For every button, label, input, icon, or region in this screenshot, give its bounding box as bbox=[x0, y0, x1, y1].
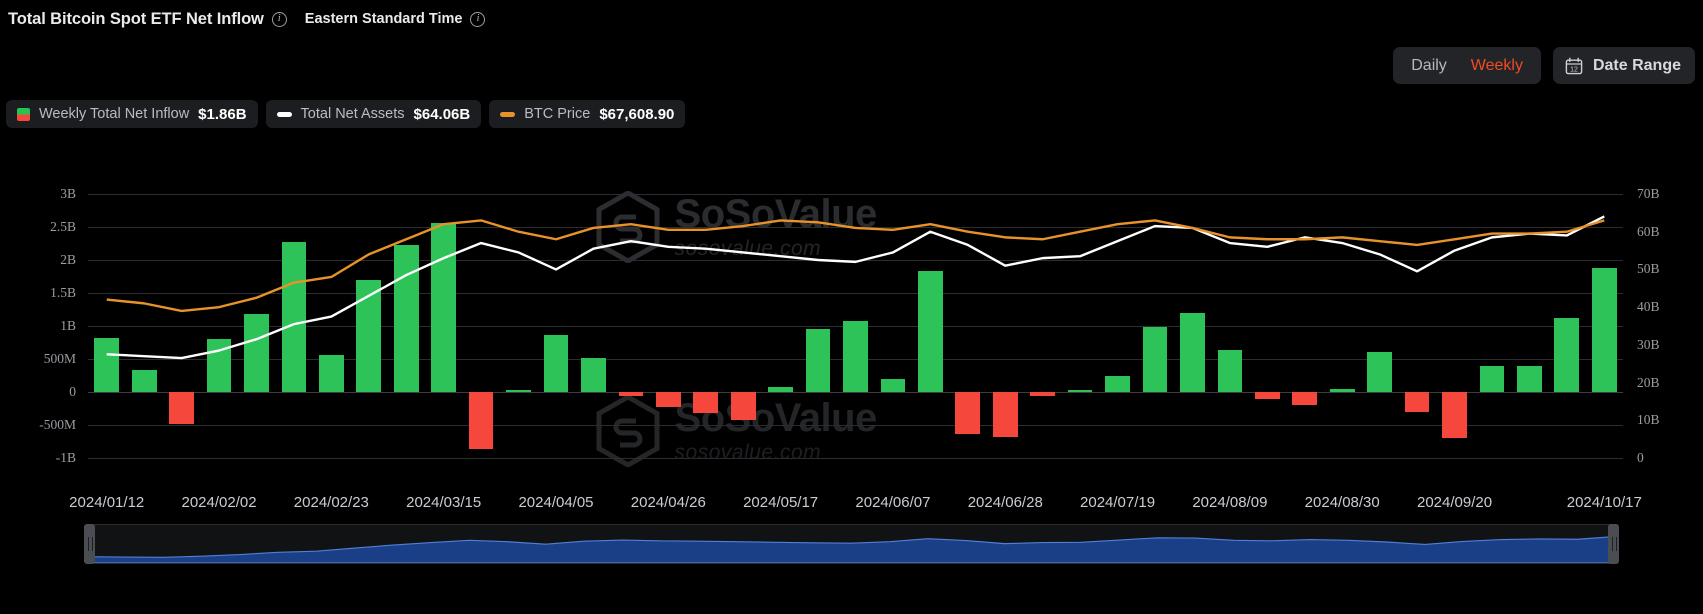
x-axis-tick: 2024/04/26 bbox=[630, 494, 706, 511]
chart-header: Total Bitcoin Spot ETF Net Inflow i East… bbox=[0, 0, 1703, 38]
x-axis-tick: 2024/06/07 bbox=[855, 494, 931, 511]
range-slider-right-handle[interactable] bbox=[1608, 524, 1619, 564]
timezone-info-icon[interactable]: i bbox=[470, 11, 486, 27]
period-daily-button[interactable]: Daily bbox=[1399, 51, 1459, 80]
legend-item-net-inflow[interactable]: Weekly Total Net Inflow $1.86B bbox=[6, 100, 258, 128]
range-slider-preview bbox=[87, 525, 1616, 563]
x-axis-tick: 2024/02/23 bbox=[293, 494, 369, 511]
line-series-layer bbox=[88, 150, 1623, 490]
x-axis-tick: 2024/08/09 bbox=[1192, 494, 1268, 511]
x-axis-tick: 2024/10/17 bbox=[1566, 494, 1642, 511]
y-axis-right-tick: 10B bbox=[1637, 412, 1660, 428]
x-axis-labels: 2024/01/12 2024/02/02 2024/02/23 2024/03/15… bbox=[0, 494, 1703, 516]
chart-plot-area: 3B 2.5B 2B 1.5B 1B 500M 0 -500M -1B 70B 60B 50B 40B… bbox=[0, 150, 1703, 490]
chart-page: Total Bitcoin Spot ETF Net Inflow i East… bbox=[0, 0, 1703, 614]
y-axis-left-tick: 3B bbox=[60, 186, 76, 201]
legend-value-total-net-assets: $64.06B bbox=[413, 105, 471, 123]
line-btc-price bbox=[107, 220, 1605, 311]
chart-toolbar: Daily Weekly 12 Date Range bbox=[1393, 47, 1695, 84]
legend-swatch-line-white-icon bbox=[276, 111, 292, 117]
x-axis-tick: 2024/04/05 bbox=[518, 494, 594, 511]
legend-item-btc-price[interactable]: BTC Price $67,608.90 bbox=[489, 100, 686, 128]
x-axis-tick: 2024/07/19 bbox=[1080, 494, 1156, 511]
legend-label-btc-price: BTC Price bbox=[524, 106, 591, 122]
legend-swatch-bar-icon bbox=[17, 107, 30, 121]
y-axis-right-tick: 50B bbox=[1637, 261, 1660, 277]
y-axis-left-tick: 1.5B bbox=[50, 285, 76, 300]
range-slider-sparkline bbox=[87, 535, 1616, 563]
legend-label-net-inflow: Weekly Total Net Inflow bbox=[39, 106, 190, 122]
plot-grid-area: SoSoValue sosovalue.com SoSoValue sosova… bbox=[88, 150, 1623, 490]
y-axis-left-tick: 2.5B bbox=[50, 219, 76, 234]
legend-item-total-net-assets[interactable]: Total Net Assets $64.06B bbox=[265, 100, 482, 128]
x-axis-tick: 2024/03/15 bbox=[406, 494, 482, 511]
y-axis-right-tick: 40B bbox=[1637, 299, 1660, 315]
legend-value-btc-price: $67,608.90 bbox=[599, 105, 675, 123]
y-axis-right-tick: 70B bbox=[1637, 186, 1660, 201]
legend-value-net-inflow: $1.86B bbox=[198, 105, 247, 123]
x-axis-tick: 2024/08/30 bbox=[1304, 494, 1380, 511]
y-axis-right-tick: 20B bbox=[1637, 374, 1660, 390]
y-axis-left-tick: 500M bbox=[43, 351, 76, 366]
y-axis-left-tick: 1B bbox=[60, 318, 76, 333]
y-axis-left: 3B 2.5B 2B 1.5B 1B 500M 0 -500M -1B bbox=[0, 150, 84, 490]
line-total-net-assets bbox=[107, 216, 1605, 358]
calendar-day-text: 12 bbox=[1570, 66, 1578, 73]
period-toggle-group: Daily Weekly bbox=[1393, 47, 1541, 84]
title-info-icon[interactable]: i bbox=[271, 11, 287, 27]
calendar-icon: 12 bbox=[1565, 57, 1583, 75]
chart-legend: Weekly Total Net Inflow $1.86B Total Net… bbox=[6, 100, 686, 128]
legend-swatch-line-orange-icon bbox=[500, 111, 516, 117]
x-axis-tick: 2024/02/02 bbox=[181, 494, 257, 511]
period-weekly-button[interactable]: Weekly bbox=[1459, 51, 1535, 80]
page-title: Total Bitcoin Spot ETF Net Inflow bbox=[8, 9, 264, 28]
y-axis-right-tick: 0 bbox=[1637, 450, 1644, 465]
y-axis-left-tick: -500M bbox=[39, 417, 76, 432]
date-range-button[interactable]: 12 Date Range bbox=[1552, 47, 1695, 84]
legend-label-total-net-assets: Total Net Assets bbox=[300, 106, 405, 122]
y-axis-left-tick: 0 bbox=[69, 384, 76, 399]
y-axis-left-tick: 2B bbox=[60, 252, 76, 267]
x-axis-tick: 2024/06/28 bbox=[967, 494, 1043, 511]
date-range-label: Date Range bbox=[1592, 56, 1681, 74]
y-axis-right-tick: 30B bbox=[1637, 336, 1660, 352]
range-slider[interactable] bbox=[84, 524, 1619, 564]
x-axis-tick: 2024/01/12 bbox=[69, 494, 145, 511]
x-axis-tick: 2024/05/17 bbox=[743, 494, 819, 511]
y-axis-left-tick: -1B bbox=[55, 450, 76, 465]
y-axis-right-tick: 60B bbox=[1637, 223, 1660, 239]
y-axis-right: 70B 60B 50B 40B 30B 20B 10B 0 bbox=[1625, 150, 1703, 490]
range-slider-left-handle[interactable] bbox=[84, 524, 95, 564]
timezone-label: Eastern Standard Time bbox=[304, 11, 463, 27]
x-axis-tick: 2024/09/20 bbox=[1416, 494, 1493, 511]
